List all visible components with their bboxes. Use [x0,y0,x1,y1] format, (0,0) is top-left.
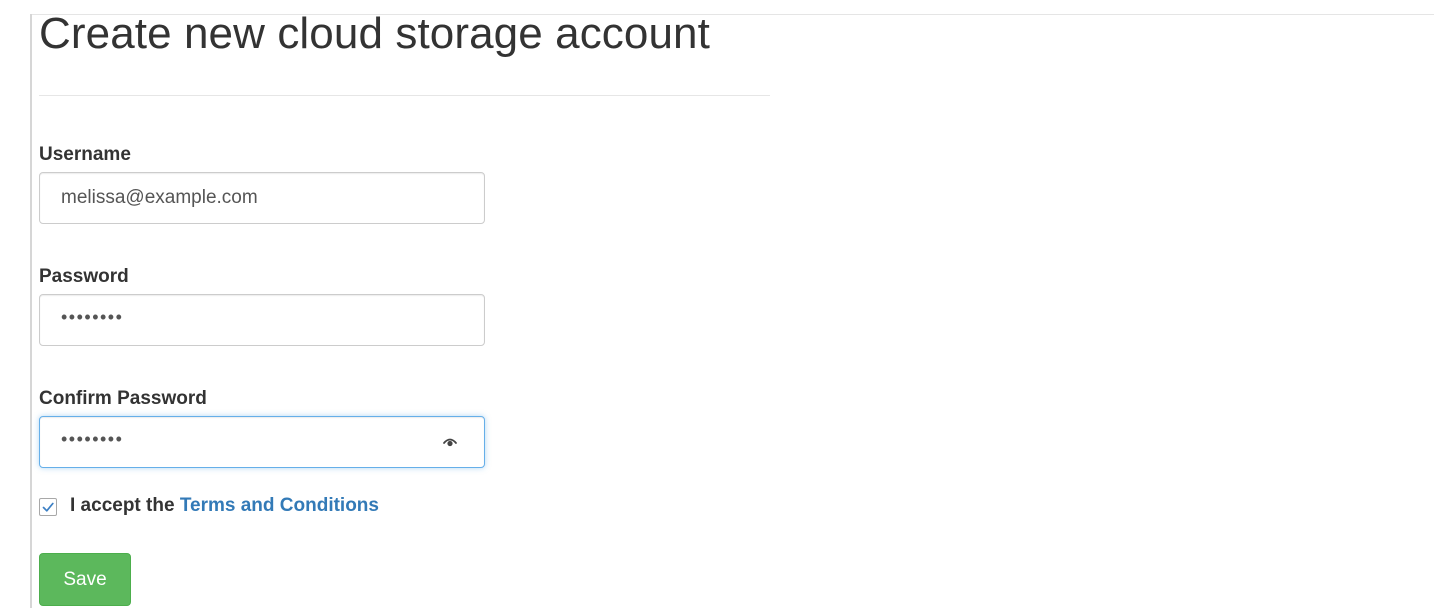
page: Create new cloud storage account Usernam… [0,0,1434,608]
terms-prefix: I accept the [70,495,175,516]
username-label: Username [39,144,131,165]
password-input[interactable]: •••••••• [39,294,485,346]
terms-and-conditions-link[interactable]: Terms and Conditions [180,495,379,516]
terms-checkbox[interactable] [39,498,57,516]
confirm-password-masked-value: •••••••• [61,429,124,449]
eye-icon[interactable] [442,434,458,450]
confirm-password-input[interactable]: •••••••• [39,416,485,468]
username-value: melissa@example.com [61,187,258,208]
page-title: Create new cloud storage account [39,9,710,58]
username-input[interactable]: melissa@example.com [39,172,485,224]
title-divider [39,95,770,96]
save-button[interactable]: Save [39,553,131,606]
confirm-password-label: Confirm Password [39,388,207,409]
checkmark-icon [42,502,54,512]
terms-text: I accept the Terms and Conditions [70,495,379,517]
password-masked-value: •••••••• [61,307,124,327]
left-divider [30,14,32,608]
password-label: Password [39,266,129,287]
